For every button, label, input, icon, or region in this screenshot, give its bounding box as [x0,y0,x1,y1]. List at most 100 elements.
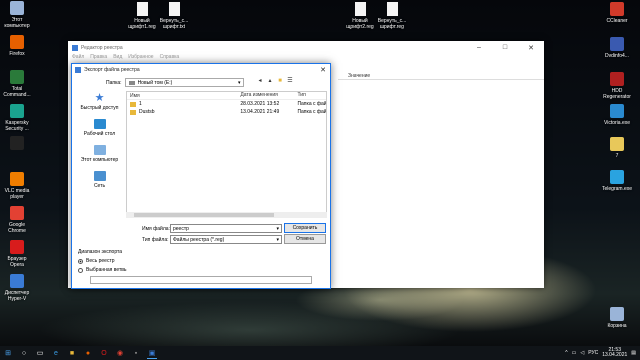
chrome-icon [10,206,24,220]
regedit-icon [72,44,78,51]
desktop-icon-item[interactable]: CCleaner [597,2,637,24]
desktop-icon [93,119,106,129]
desktop-icon-item[interactable]: Браузер Opera [0,240,37,268]
radio-selected-icon[interactable] [78,258,83,264]
file-date: 13.04.2021 21:49 [240,109,280,115]
menu-help[interactable]: Справка [160,54,180,62]
desktop-icon-label: Victoria.exe [603,120,631,126]
column-type[interactable]: Тип [297,92,326,99]
radio-all-registry[interactable]: Весь реестр [78,258,322,264]
menu-view[interactable]: Вид [113,54,122,62]
clock-date: 13.04.2021 [602,352,628,358]
file-list-header: Имя Дата изменения Тип [127,92,326,100]
firefox-taskbar-icon[interactable]: ● [83,348,93,358]
desktop-icon-item[interactable]: Корзина [597,307,637,329]
reg-file-icon [136,2,148,16]
up-folder-icon[interactable]: ▴ [266,78,274,85]
desktop-icon-item[interactable]: Telegram.exe [597,170,637,192]
cancel-button[interactable]: Отмена [284,234,326,244]
branch-path-input[interactable] [90,276,312,284]
folder-combo[interactable]: Новый том (E:) ▾ [124,78,244,87]
place-network[interactable]: Сеть [76,171,123,189]
language-indicator[interactable]: РУС [588,350,598,356]
file-date: 28.03.2021 13:52 [240,101,280,107]
column-name[interactable]: Имя [127,92,240,99]
chevron-down-icon[interactable]: ▾ [276,237,281,243]
tray-chevron-icon[interactable]: ^ [565,350,567,356]
desktop-icon-label: Этот компьютер [4,17,30,29]
desktop-icon-item[interactable]: Dvdinfo4... [597,37,637,59]
view-menu-icon[interactable]: ☰ [286,78,294,85]
start-windows-icon[interactable]: ⊞ [3,348,13,358]
desktop-icon-item[interactable]: Firefox [0,35,37,57]
desktop-icon-label: Total Command... [3,86,31,98]
new-folder-icon[interactable]: ■ [276,78,284,85]
task-view-icon[interactable]: ▭ [35,348,45,358]
desktop-icon-item[interactable]: Вернуть_с... шрифт.reg [372,2,412,30]
network-tray-icon[interactable]: ▭ [572,350,577,356]
desktop-icon-item[interactable]: VLC media player [0,172,37,200]
regedit-titlebar[interactable]: Редактор реестра – □ ✕ [68,41,544,54]
save-button[interactable]: Сохранить [284,223,326,233]
scrollbar-thumb[interactable] [134,213,274,217]
place-label: Сеть [93,183,106,189]
desktop-icon-item[interactable]: HDD Regenerator [597,72,637,100]
radio-selected-branch[interactable]: Выбранная ветвь [78,267,322,273]
volume-icon[interactable]: ◁ [580,350,584,356]
list-item[interactable]: 1 28.03.2021 13:52 Папка с фай [127,100,326,108]
folder-icon [130,101,136,107]
menu-file[interactable]: Файл [72,54,84,62]
opera-taskbar-icon[interactable]: O [99,348,109,358]
desktop-icon-item[interactable]: Диспетчер Hyper-V [0,274,37,302]
place-quick-access[interactable]: ★ Быстрый доступ [76,93,123,112]
horizontal-scrollbar[interactable] [126,212,327,218]
filetype-select[interactable]: Файлы реестра (*.reg) ▾ [170,235,282,244]
desktop-icon-item[interactable]: Этот компьютер [0,1,37,29]
file-type: Папка с фай [297,101,326,107]
regedit-taskbar-icon[interactable]: ▣ [147,348,157,359]
column-date[interactable]: Дата изменения [240,92,297,99]
back-icon[interactable]: ◂ [256,78,264,85]
chrome-taskbar-icon[interactable]: ◉ [115,348,125,358]
dialog-close-icon[interactable]: ✕ [316,66,330,74]
desktop-icon-item[interactable]: Вернуть_с... шрифт.txt [154,2,194,30]
menu-favorites[interactable]: Избранное [128,54,153,62]
search-icon[interactable]: ○ [19,348,29,358]
drive-icon [128,80,135,85]
desktop-icon-item[interactable]: Kaspersky Security ... [0,104,37,132]
place-this-pc[interactable]: Этот компьютер [76,145,123,163]
place-desktop[interactable]: Рабочий стол [76,119,123,137]
value-column-header[interactable]: Значение [338,71,544,80]
filename-input[interactable]: реестр ▾ [170,224,282,233]
desktop-icon-label: Firefox [9,51,25,57]
notifications-icon[interactable]: ▤ [631,350,636,356]
desktop-icon-item[interactable]: Victoria.exe [597,104,637,126]
menu-edit[interactable]: Правка [90,54,107,62]
app-taskbar-icon[interactable]: ▪ [131,348,141,358]
dialog-titlebar[interactable]: Экспорт файла реестра ✕ [72,64,330,75]
desktop-icon-item[interactable]: Total Command... [0,70,37,98]
export-range-group: Диапазон экспорта Весь реестр Выбранная … [78,249,322,284]
filename-row: Имя файла: реестр ▾ [142,224,282,233]
desktop-icon-label: Корзина [607,323,627,329]
edge-icon[interactable]: e [51,348,61,358]
folder-value: Новый том (E:) [137,79,173,86]
chevron-down-icon[interactable]: ▾ [276,226,281,232]
file-explorer-icon[interactable]: ■ [67,348,77,358]
txt-file-icon [168,2,180,16]
radio-label: Выбранная ветвь [86,267,127,273]
list-item[interactable]: Dustsb 13.04.2021 21:49 Папка с фай [127,108,326,116]
dvdinfo-icon [610,37,624,51]
clock[interactable]: 21:53 13.04.2021 [602,348,627,358]
desktop-icon-item[interactable]: Google Chrome [0,206,37,234]
minimize-button[interactable]: – [466,44,492,52]
dialog-title: Экспорт файла реестра [84,66,140,73]
desktop-icon-item[interactable] [0,136,37,152]
radio-unselected-icon[interactable] [78,267,83,273]
close-button[interactable]: ✕ [518,44,544,52]
places-bar: ★ Быстрый доступ Рабочий стол Этот компь… [76,91,123,226]
maximize-button[interactable]: □ [492,44,518,52]
desktop-icon-item[interactable]: 7 [597,137,637,159]
network-icon [93,171,106,181]
filetype-label: Тип файла: [142,236,169,243]
